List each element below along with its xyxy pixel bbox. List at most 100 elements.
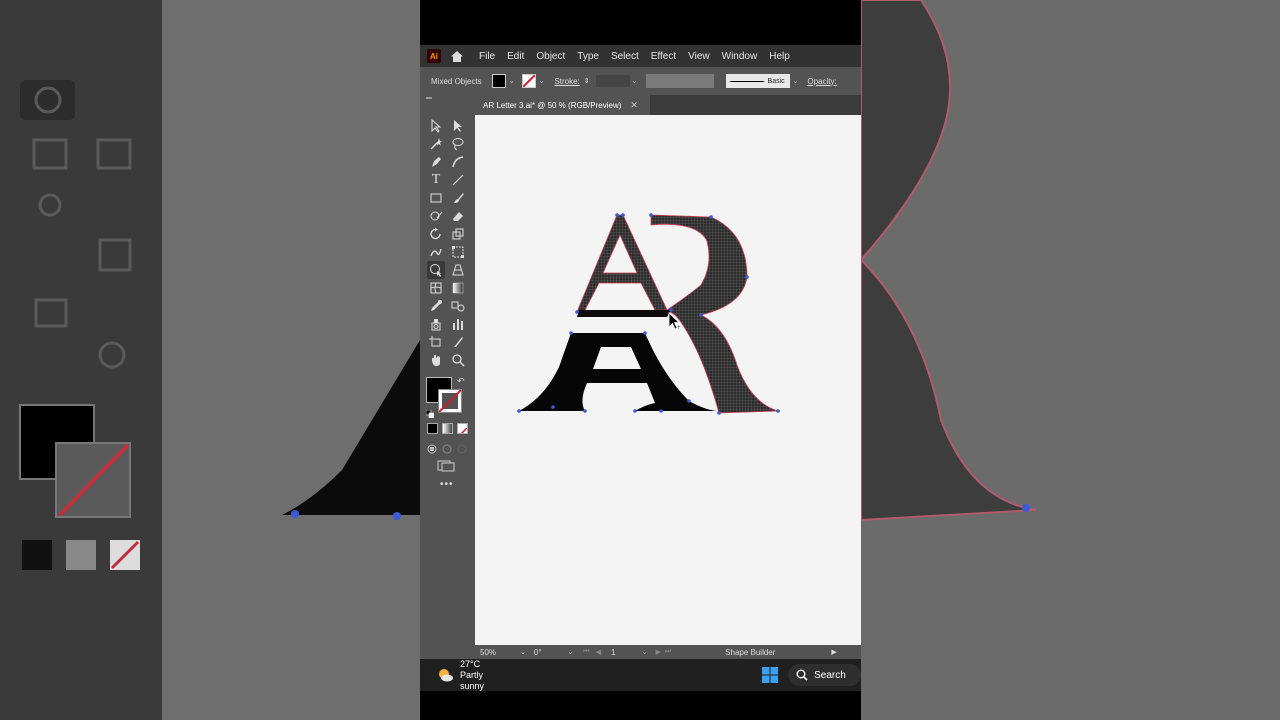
chevron-down-icon[interactable]: ⌄ (539, 77, 545, 85)
taskbar-search[interactable]: Search (788, 664, 861, 686)
windows-taskbar: 27°C Partly sunny Search (420, 659, 861, 691)
control-bar: Mixed Objects ⌄ ⌄ Stroke: ⇕ ⌄ Basic ⌄ Op… (420, 67, 861, 95)
previous-artboard-icon[interactable]: ◀ (596, 648, 601, 656)
line-segment-tool-icon[interactable] (449, 171, 467, 189)
windows-start-icon[interactable] (762, 667, 779, 683)
rectangle-tool-icon[interactable] (427, 189, 445, 207)
direct-selection-tool-icon[interactable] (449, 117, 467, 135)
fill-swatch[interactable] (491, 74, 506, 88)
column-graph-tool-icon[interactable] (449, 315, 467, 333)
gradient-tool-icon[interactable] (449, 279, 467, 297)
last-artboard-icon[interactable]: ⏭ (665, 648, 671, 656)
scale-tool-icon[interactable] (449, 225, 467, 243)
menu-window[interactable]: Window (722, 51, 758, 62)
status-menu-arrow-icon[interactable]: ▶ (831, 648, 836, 656)
perspective-grid-tool-icon[interactable] (449, 261, 467, 279)
menu-edit[interactable]: Edit (507, 51, 524, 62)
home-icon[interactable] (449, 48, 465, 64)
swap-fill-stroke-icon[interactable]: ↶ (457, 376, 465, 387)
menu-effect[interactable]: Effect (651, 51, 676, 62)
draw-behind-icon[interactable] (442, 441, 452, 454)
weather-widget[interactable]: 27°C Partly sunny (460, 659, 500, 692)
variable-width-profile[interactable] (645, 74, 714, 88)
menu-help[interactable]: Help (769, 51, 790, 62)
none-mode-icon[interactable] (457, 423, 468, 434)
stroke-swatch[interactable] (521, 74, 536, 88)
background-left-zoomed (0, 0, 420, 720)
background-tool-icons (19, 80, 140, 570)
chevron-down-icon[interactable]: ⌄ (642, 648, 648, 656)
brush-definition[interactable]: Basic (725, 74, 790, 88)
rotation-value[interactable]: 0° (534, 648, 542, 657)
artboard-number[interactable]: 1 (611, 648, 615, 657)
stroke-color-swatch[interactable] (438, 389, 462, 413)
mesh-tool-icon[interactable] (427, 279, 445, 297)
chevron-down-icon[interactable]: ⌄ (509, 77, 515, 85)
default-fill-stroke-icon[interactable] (425, 405, 435, 419)
weather-partly-sunny-icon[interactable] (436, 666, 454, 684)
rotate-tool-icon[interactable] (427, 225, 445, 243)
opacity-label[interactable]: Opacity: (807, 77, 836, 86)
chevron-down-icon[interactable]: ⌄ (793, 77, 799, 85)
eyedropper-tool-icon[interactable] (427, 297, 445, 315)
brush-label: Basic (767, 77, 785, 85)
curvature-tool-icon[interactable] (449, 153, 467, 171)
stroke-label[interactable]: Stroke: (554, 77, 579, 86)
pen-tool-icon[interactable] (427, 153, 445, 171)
draw-normal-icon[interactable] (427, 441, 437, 454)
puppet-warp-tool-icon[interactable] (427, 243, 445, 261)
search-label: Search (814, 669, 846, 681)
document-tab[interactable]: AR Letter 3.ai* @ 50 % (RGB/Preview) ✕ (475, 95, 650, 115)
background-toolbox-zoomed (0, 0, 162, 720)
stepper-icon[interactable]: ⇕ (584, 77, 590, 85)
document-tab-title: AR Letter 3.ai* @ 50 % (RGB/Preview) (483, 100, 622, 110)
color-mode-icon[interactable] (427, 423, 438, 434)
more-tools-icon[interactable]: ••• (440, 479, 454, 490)
close-icon[interactable]: ✕ (630, 100, 638, 111)
svg-text:+: + (677, 325, 681, 331)
screen-mode-icon[interactable] (437, 459, 455, 472)
temperature: 27°C (460, 658, 481, 669)
selection-type-label: Mixed Objects (431, 76, 482, 86)
chevron-down-icon[interactable]: ⌄ (568, 648, 574, 656)
shape-builder-tool-icon[interactable] (427, 261, 445, 279)
shaper-tool-icon[interactable] (427, 207, 445, 225)
zoom-level[interactable]: 50% (480, 648, 496, 657)
eraser-tool-icon[interactable] (449, 207, 467, 225)
blend-tool-icon[interactable] (449, 297, 467, 315)
zoom-tool-icon[interactable] (449, 351, 467, 369)
background-letter-a-zoomed (282, 340, 420, 520)
stroke-weight-field[interactable] (595, 75, 630, 87)
artboard-tool-icon[interactable] (427, 333, 445, 351)
menu-type[interactable]: Type (577, 51, 599, 62)
free-transform-tool-icon[interactable] (449, 243, 467, 261)
hand-tool-icon[interactable] (427, 351, 445, 369)
selection-tool-icon[interactable] (427, 117, 445, 135)
panel-grip-icon[interactable] (426, 97, 432, 99)
background-letter-r-zoomed (861, 0, 1037, 522)
paintbrush-tool-icon[interactable] (449, 189, 467, 207)
artboard-canvas[interactable]: + (475, 115, 861, 645)
crossbar-shape[interactable] (577, 310, 671, 317)
menu-view[interactable]: View (688, 51, 710, 62)
first-artboard-icon[interactable]: ⏮ (583, 648, 589, 656)
menu-object[interactable]: Object (536, 51, 565, 62)
statusbar-spacer (420, 645, 475, 659)
type-tool-icon[interactable]: T (427, 171, 445, 189)
gradient-mode-icon[interactable] (442, 423, 453, 434)
ar-letter-artwork[interactable]: + (475, 115, 861, 645)
next-artboard-icon[interactable]: ▶ (655, 648, 660, 656)
menu-file[interactable]: File (479, 51, 495, 62)
magic-wand-tool-icon[interactable] (427, 135, 445, 153)
brush-line-preview (729, 80, 764, 82)
background-canvas-zoomed (162, 0, 420, 720)
slice-tool-icon[interactable] (449, 333, 467, 351)
lasso-tool-icon[interactable] (449, 135, 467, 153)
chevron-down-icon[interactable]: ⌄ (520, 648, 526, 656)
chevron-down-icon[interactable]: ⌄ (632, 77, 638, 85)
weather-condition: Partly sunny (460, 669, 485, 691)
draw-inside-icon[interactable] (457, 441, 467, 454)
symbol-sprayer-tool-icon[interactable] (427, 315, 445, 333)
menu-select[interactable]: Select (611, 51, 639, 62)
upper-letter-a-shape[interactable] (576, 214, 668, 313)
